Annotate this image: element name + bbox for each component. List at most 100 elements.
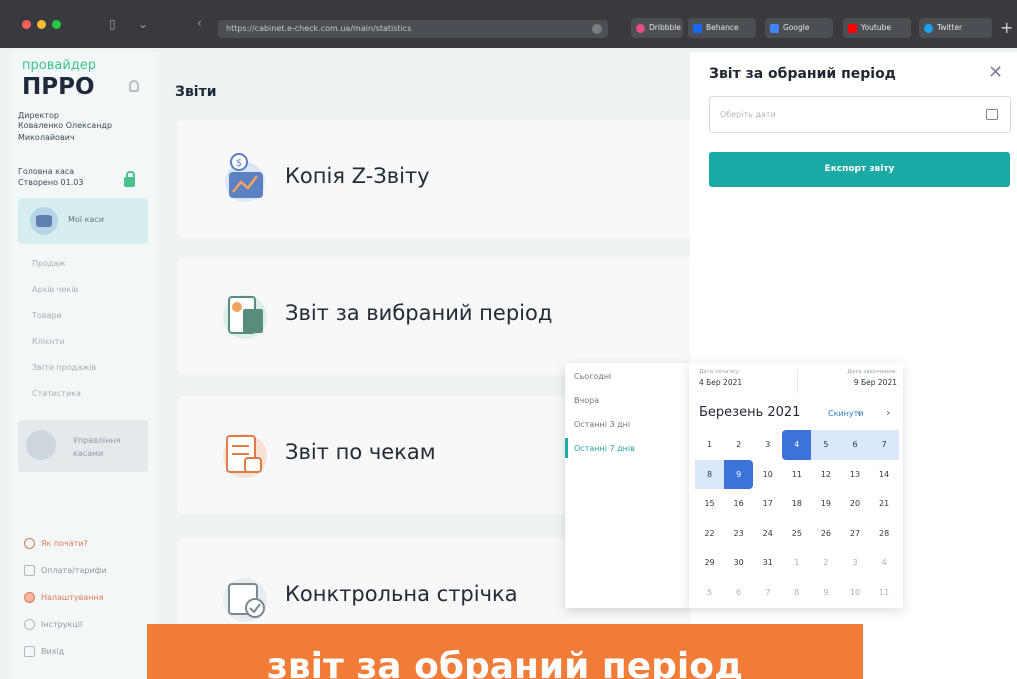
calendar-day[interactable]: 6 [840, 430, 870, 460]
page-title: Звіти [175, 84, 217, 100]
calendar-day[interactable]: 8 [782, 578, 811, 608]
preset-yesterday[interactable]: Вчора [574, 396, 599, 405]
calendar-day[interactable]: 24 [753, 519, 782, 549]
calendar-day[interactable]: 29 [695, 548, 724, 578]
calendar-day[interactable]: 5 [695, 578, 724, 608]
calendar-week-row: 5 6 7 8 9 10 11 [695, 578, 899, 608]
calendar-day[interactable]: 18 [782, 489, 811, 519]
calendar-day[interactable]: 10 [840, 578, 869, 608]
browser-window: ▯ ⌄ ‹ https://cabinet.e-check.com.ua/mai… [0, 0, 1017, 679]
calendar-day[interactable]: 12 [811, 460, 840, 490]
sidebar-item-clients[interactable]: Клієнти [32, 337, 65, 346]
gear-icon [24, 592, 35, 603]
new-tab-icon[interactable]: + [1000, 18, 1013, 37]
sidebar-item-sales[interactable]: Продаж [32, 259, 66, 268]
bookmark-youtube[interactable]: Youtube [843, 18, 911, 38]
calendar-day[interactable]: 10 [753, 460, 782, 490]
calendar-day[interactable]: 2 [811, 548, 840, 578]
close-window-icon[interactable] [22, 20, 31, 29]
date-range-input[interactable]: Оберіть дати [709, 96, 1011, 133]
calendar-day[interactable]: 30 [724, 548, 753, 578]
start-date-value: 4 Бер 2021 [699, 378, 743, 387]
calendar-day-range-end[interactable]: 9 [724, 459, 754, 489]
calendar-day-range-start[interactable]: 4 [782, 430, 812, 460]
sidebar-item-my-cash[interactable]: Мої каси [18, 198, 148, 244]
calendar-day[interactable]: 14 [870, 460, 899, 490]
next-month-icon[interactable]: › [886, 406, 890, 419]
sidebar-item-receipts-archive[interactable]: Архів чеків [32, 285, 78, 294]
calendar-day[interactable]: 17 [753, 489, 782, 519]
calendar-day[interactable]: 26 [811, 519, 840, 549]
report-card-title: Звіт по чекам [285, 440, 436, 464]
calendar-day[interactable]: 7 [753, 578, 782, 608]
sidebar-item-cash-management[interactable]: Управління касами [18, 420, 148, 472]
calendar-day[interactable]: 6 [724, 578, 753, 608]
calendar-day[interactable]: 20 [840, 489, 869, 519]
sidebar-item-products[interactable]: Товари [32, 311, 62, 320]
period-report-icon [223, 295, 267, 339]
sidebar-item-sales-reports[interactable]: Звіти продажів [32, 363, 96, 372]
bookmark-dribbble[interactable]: Dribbble [631, 18, 683, 38]
sidebar-item-logout[interactable]: Вихід [24, 646, 64, 657]
sidebar-item-statistics[interactable]: Статистика [32, 389, 81, 398]
back-icon[interactable]: ‹ [197, 16, 202, 30]
calendar-day[interactable]: 3 [753, 430, 782, 460]
calendar-grid: 1 2 3 4 5 6 7 8 9 10 11 12 13 14 15 16 17 18 19 20 21 22 23 24 2… [695, 430, 899, 607]
bookmark-twitter[interactable]: Twitter [919, 18, 992, 38]
calendar-day[interactable]: 16 [724, 489, 753, 519]
calendar-day[interactable]: 13 [840, 460, 869, 490]
calendar-day[interactable]: 22 [695, 519, 724, 549]
calendar-day[interactable]: 23 [724, 519, 753, 549]
close-icon[interactable]: ✕ [988, 62, 1003, 83]
receipts-report-icon [223, 434, 267, 478]
calendar-day[interactable]: 11 [782, 460, 811, 490]
calendar-day[interactable]: 4 [870, 548, 899, 578]
maximize-window-icon[interactable] [52, 20, 61, 29]
window-controls [22, 20, 61, 29]
sidebar-item-settings[interactable]: Налаштування [24, 592, 104, 603]
calendar-day[interactable]: 19 [811, 489, 840, 519]
sidebar-item-label: Мої каси [68, 215, 104, 224]
calendar-day[interactable]: 15 [695, 489, 724, 519]
calendar-week-row: 22 23 24 25 26 27 28 [695, 519, 899, 549]
calendar-day[interactable]: 9 [811, 578, 840, 608]
cash-register-icon [30, 207, 58, 235]
preset-last-7-days[interactable]: Останні 7 днів [574, 444, 635, 453]
caption-banner: звіт за обраний період [147, 624, 863, 679]
calendar-day[interactable]: 1 [782, 548, 811, 578]
calendar-day[interactable]: 31 [753, 548, 782, 578]
preset-last-3-days[interactable]: Останні 3 дні [574, 420, 630, 429]
prev-month-icon[interactable]: ‹ [857, 406, 861, 419]
question-icon [24, 538, 35, 549]
calendar-day[interactable]: 21 [870, 489, 899, 519]
calendar-day[interactable]: 27 [840, 519, 869, 549]
export-report-button[interactable]: Експорт звіту [709, 152, 1010, 187]
calendar-day[interactable]: 3 [840, 548, 869, 578]
calendar-day[interactable]: 1 [695, 430, 724, 460]
bookmark-behance[interactable]: Behance [688, 18, 756, 38]
reload-icon[interactable] [592, 24, 602, 34]
google-icon [770, 24, 779, 33]
sidebar-item-payment[interactable]: Оплата/тарифи [24, 565, 107, 576]
panel-title: Звіт за обраний період [709, 66, 896, 82]
sidebar-toggle-icon[interactable]: ▯ [109, 17, 116, 31]
calendar-day[interactable]: 28 [870, 519, 899, 549]
minimize-window-icon[interactable] [37, 20, 46, 29]
calendar-day[interactable]: 7 [869, 430, 899, 460]
lock-icon[interactable] [124, 171, 135, 187]
bookmark-google[interactable]: Google [765, 18, 833, 38]
sidebar-item-getting-started[interactable]: Як почати? [24, 538, 88, 549]
sidebar-item-label: Управління касами [73, 436, 121, 458]
youtube-icon [848, 24, 857, 33]
chevron-down-icon[interactable]: ⌄ [138, 17, 148, 31]
calendar-day[interactable]: 25 [782, 519, 811, 549]
sidebar-item-instructions[interactable]: Інструкції [24, 619, 82, 630]
preset-today[interactable]: Сьогодні [574, 372, 611, 381]
calendar-day[interactable]: 11 [870, 578, 899, 608]
calendar-day[interactable]: 8 [695, 459, 725, 489]
notification-bell-icon[interactable] [129, 80, 139, 92]
calendar-day[interactable]: 5 [811, 430, 841, 460]
end-date-value: 9 Бер 2021 [853, 378, 897, 387]
url-bar[interactable]: https://cabinet.e-check.com.ua/main/stat… [218, 20, 608, 38]
calendar-day[interactable]: 2 [724, 430, 753, 460]
